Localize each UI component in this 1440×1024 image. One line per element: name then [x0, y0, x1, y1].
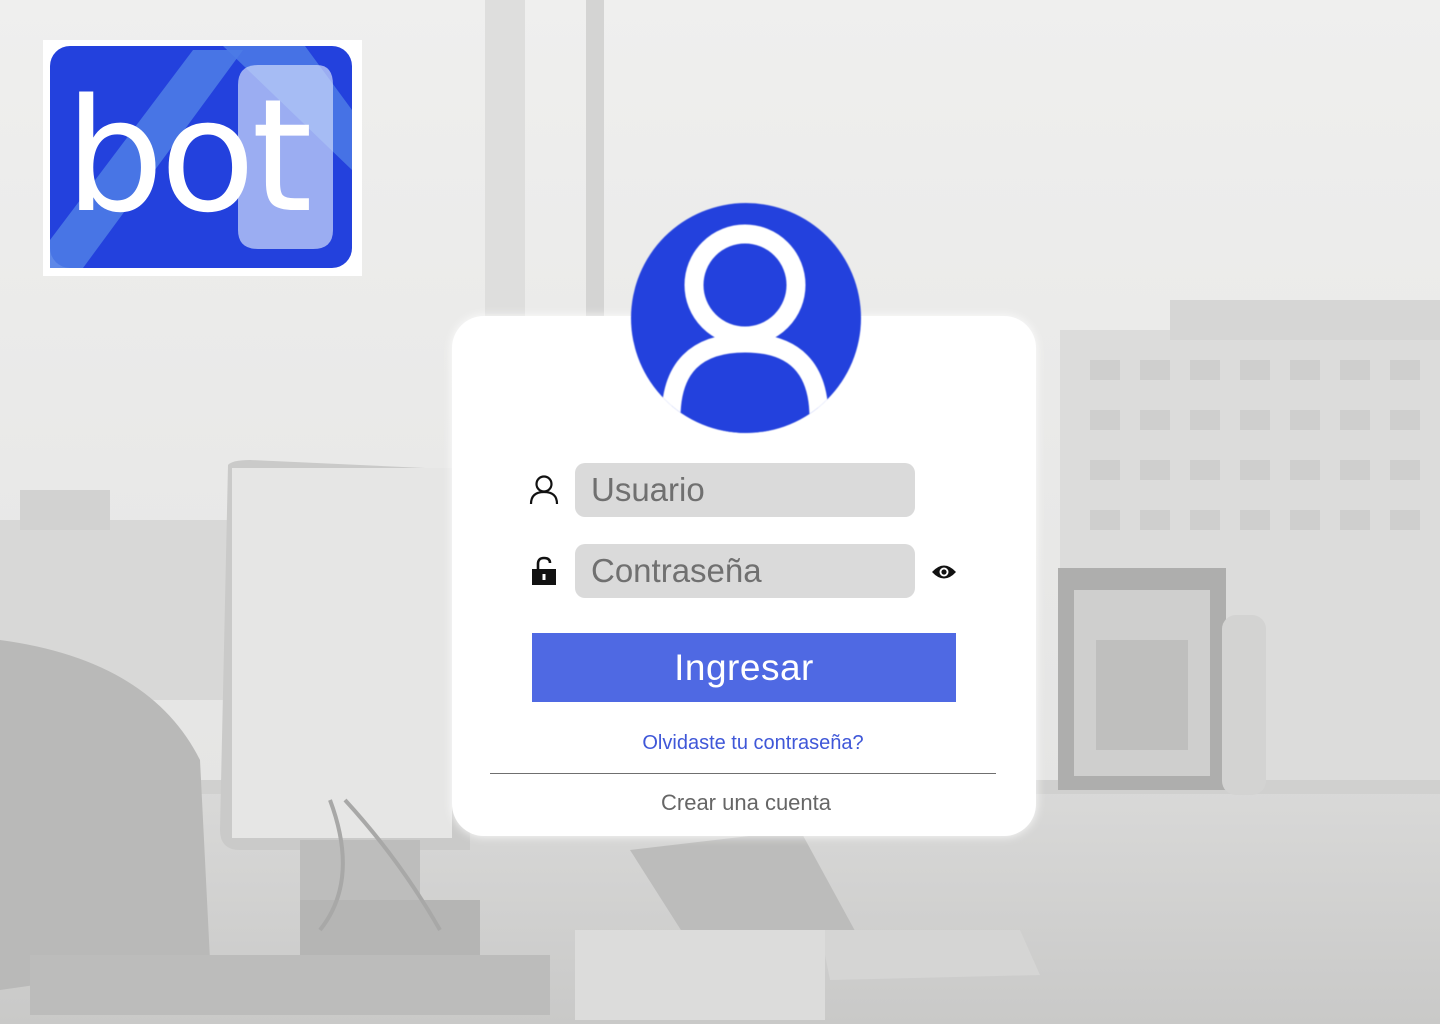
logo-text: bot — [65, 65, 313, 247]
password-input[interactable] — [575, 544, 915, 598]
username-input[interactable] — [575, 463, 915, 517]
user-icon — [528, 474, 560, 506]
create-account-link[interactable]: Crear una cuenta — [490, 790, 1002, 816]
user-avatar-icon — [631, 203, 861, 433]
divider — [490, 773, 996, 774]
unlock-icon — [528, 555, 560, 587]
eye-icon[interactable] — [930, 560, 958, 584]
password-row — [528, 544, 915, 598]
login-button[interactable]: Ingresar — [532, 633, 956, 702]
login-page: bot Usuario Ingresar Olvidaste tu contra… — [0, 0, 1440, 1024]
username-row — [528, 463, 915, 517]
brand-logo: bot — [43, 40, 362, 276]
forgot-password-link[interactable]: Olvidaste tu contraseña? — [532, 732, 974, 755]
